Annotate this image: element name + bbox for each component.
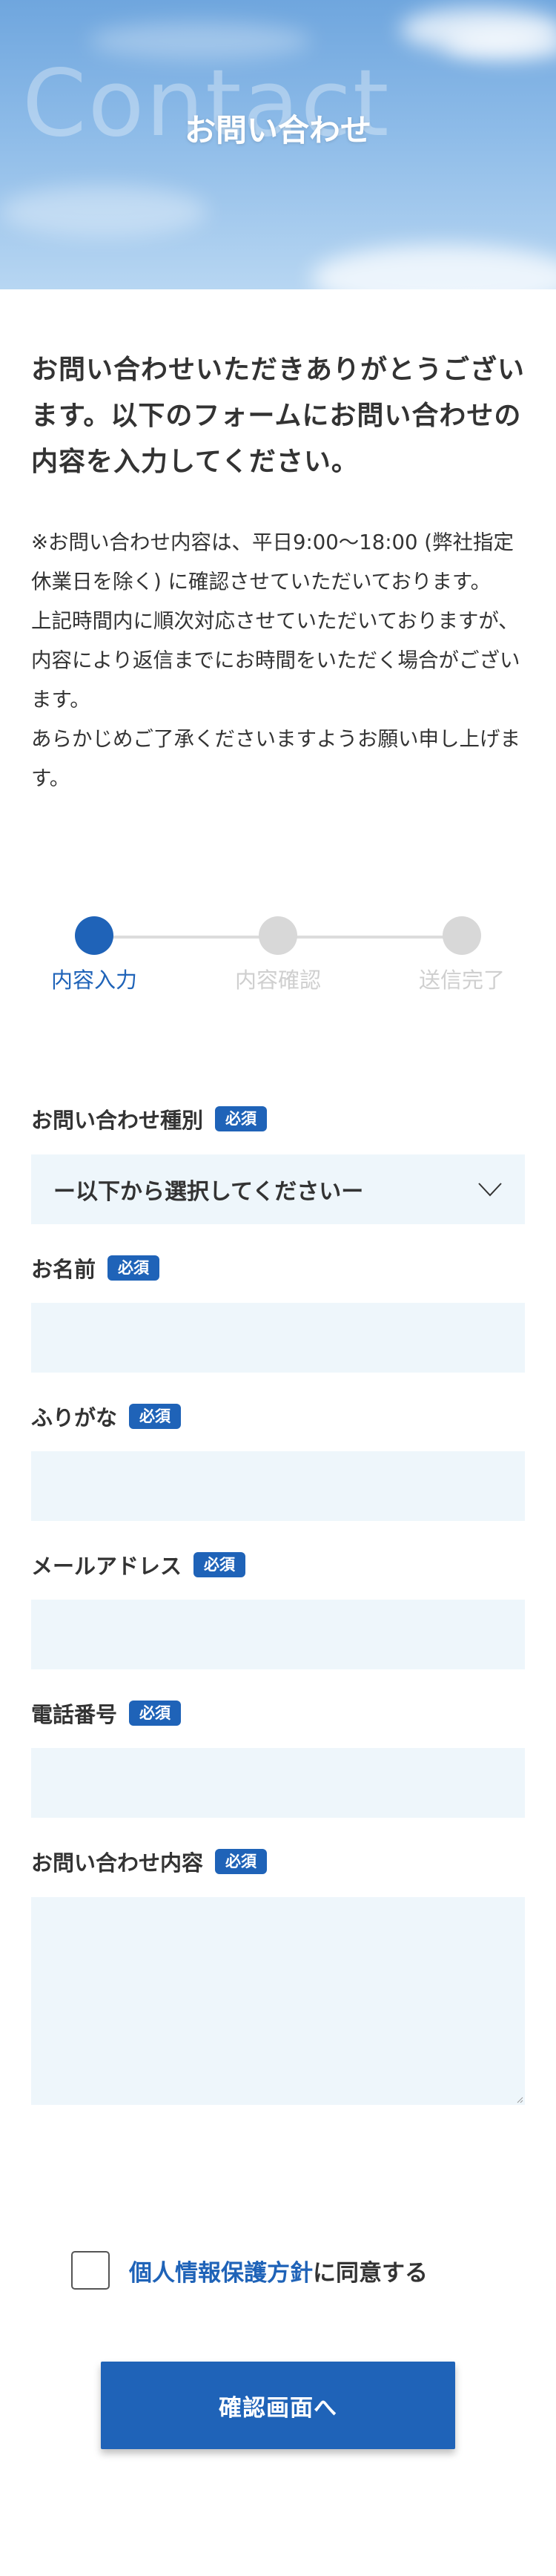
field-label-text: お問い合わせ種別: [31, 1108, 204, 1133]
hero-banner: Contact お問い合わせ: [0, 0, 556, 289]
notice-line: ※お問い合わせ内容は、平日9:00〜18:00 (弊社指定休業日を除く) に確認…: [31, 530, 514, 594]
step-dot: [259, 916, 297, 955]
required-badge: 必須: [129, 1701, 182, 1726]
step-label: 送信完了: [418, 967, 505, 993]
field-label-text: メールアドレス: [31, 1554, 182, 1579]
email-input[interactable]: [31, 1600, 525, 1669]
required-badge: 必須: [215, 1106, 268, 1131]
furigana-input[interactable]: [31, 1451, 525, 1521]
select-value: ー以下から選択してくださいー: [53, 1179, 364, 1205]
privacy-agreement: 個人情報保護方針に同意する: [71, 2251, 428, 2290]
agree-suffix: に同意する: [313, 2259, 428, 2287]
agree-text: 個人情報保護方針に同意する: [129, 2254, 428, 2287]
field-label-text: 電話番号: [31, 1702, 118, 1727]
field-label-text: お問い合わせ内容: [31, 1850, 204, 1876]
intro-notice: ※お問い合わせ内容は、平日9:00〜18:00 (弊社指定休業日を除く) に確認…: [31, 523, 525, 798]
step-label: 内容入力: [50, 967, 137, 993]
field-label-text: ふりがな: [31, 1405, 118, 1430]
step-dot-active: [75, 916, 113, 955]
email-label: メールアドレス 必須: [31, 1547, 246, 1583]
inquiry-type-select[interactable]: ー以下から選択してくださいー: [31, 1154, 525, 1224]
page-title: お問い合わせ: [184, 112, 371, 148]
notice-line: あらかじめご了承くださいますようお願い申し上げます。: [31, 727, 520, 790]
agree-checkbox[interactable]: [71, 2251, 110, 2290]
required-badge: 必須: [215, 1849, 268, 1874]
name-label: お名前 必須: [31, 1250, 160, 1286]
required-badge: 必須: [107, 1255, 160, 1281]
progress-steps: 内容入力 内容確認 送信完了: [0, 914, 556, 1003]
step-input: 内容入力: [20, 914, 168, 995]
intro-lead: お問い合わせいただきありがとうございます。以下のフォームにお問い合わせの内容を入…: [31, 355, 526, 477]
name-input[interactable]: [31, 1303, 525, 1373]
privacy-policy-link[interactable]: 個人情報保護方針: [129, 2260, 313, 2287]
confirm-button[interactable]: 確認画面へ: [101, 2362, 455, 2449]
phone-input[interactable]: [31, 1748, 525, 1818]
step-dot: [443, 916, 481, 955]
message-textarea[interactable]: [31, 1897, 525, 2105]
step-confirm: 内容確認: [204, 914, 352, 995]
field-label-text: お名前: [31, 1257, 96, 1282]
required-badge: 必須: [129, 1404, 182, 1429]
inquiry-type-label: お問い合わせ種別 必須: [31, 1101, 268, 1137]
message-label: お問い合わせ内容 必須: [31, 1844, 268, 1879]
phone-label: 電話番号 必須: [31, 1695, 182, 1731]
step-complete: 送信完了: [388, 914, 536, 995]
step-label: 内容確認: [234, 967, 321, 993]
chevron-down-icon: [478, 1183, 502, 1197]
notice-line: 上記時間内に順次対応させていただいておりますが、内容により返信までにお時間をいた…: [31, 609, 520, 712]
resize-handle-icon[interactable]: [516, 2096, 523, 2103]
required-badge: 必須: [193, 1552, 246, 1577]
furigana-label: ふりがな 必須: [31, 1399, 182, 1434]
